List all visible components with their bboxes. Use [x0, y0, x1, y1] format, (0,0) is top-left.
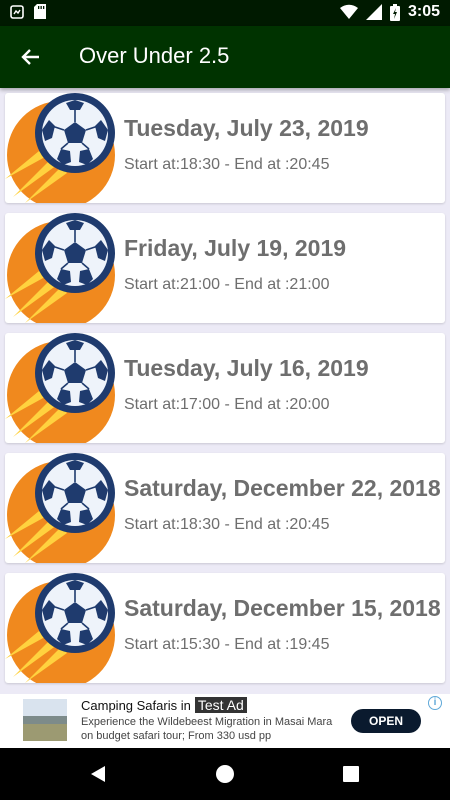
wifi-icon — [339, 4, 358, 20]
match-time: Start at:15:30 - End at :19:45 — [124, 636, 330, 653]
status-bar: 3:05 — [0, 0, 450, 26]
circle-home-icon — [216, 765, 234, 783]
status-time: 3:05 — [407, 3, 440, 20]
arrow-back-icon — [21, 49, 39, 65]
soccer-ball-icon — [5, 93, 116, 203]
match-card[interactable]: Tuesday, July 23, 2019 Start at:18:30 - … — [5, 93, 445, 203]
ad-open-button[interactable]: OPEN — [351, 709, 421, 733]
soccer-ball-icon — [5, 333, 116, 443]
back-button[interactable] — [14, 41, 46, 73]
ad-info-icon[interactable]: i — [428, 696, 442, 710]
nav-home-button[interactable] — [213, 762, 237, 786]
battery-icon — [389, 3, 400, 21]
signal-icon — [365, 4, 382, 20]
ad-description: Experience the Wildebeest Migration in M… — [81, 716, 333, 742]
match-date: Tuesday, July 16, 2019 — [124, 355, 369, 381]
match-time: Start at:17:00 - End at :20:00 — [124, 396, 330, 413]
match-card[interactable]: Friday, July 19, 2019 Start at:21:00 - E… — [5, 213, 445, 323]
match-date: Saturday, December 15, 2018 — [124, 595, 441, 621]
app-title: Over Under 2.5 — [79, 43, 230, 68]
soccer-ball-icon — [5, 453, 116, 563]
match-card[interactable]: Saturday, December 15, 2018 Start at:15:… — [5, 573, 445, 683]
match-time: Start at:21:00 - End at :21:00 — [124, 276, 330, 293]
sd-card-icon — [34, 4, 46, 19]
match-time: Start at:18:30 - End at :20:45 — [124, 516, 330, 533]
navigation-bar — [0, 748, 450, 800]
ad-image[interactable] — [23, 699, 67, 741]
match-date: Saturday, December 22, 2018 — [124, 475, 441, 501]
triangle-back-icon — [91, 766, 105, 782]
ad-title[interactable]: Camping Safaris in Test Ad — [81, 697, 247, 713]
notification-icon — [10, 4, 24, 19]
ad-title-text: Camping Safaris in — [81, 698, 191, 713]
test-ad-badge: Test Ad — [194, 697, 247, 713]
square-recents-icon — [343, 766, 359, 782]
match-time: Start at:18:30 - End at :20:45 — [124, 156, 330, 173]
match-card[interactable]: Saturday, December 22, 2018 Start at:18:… — [5, 453, 445, 563]
match-list[interactable]: Tuesday, July 23, 2019 Start at:18:30 - … — [0, 88, 450, 694]
app-bar: Over Under 2.5 — [0, 26, 450, 88]
ad-banner[interactable]: Camping Safaris in Test Ad Experience the… — [0, 694, 450, 748]
nav-recents-button[interactable] — [339, 762, 363, 786]
soccer-ball-icon — [5, 573, 116, 683]
match-date: Friday, July 19, 2019 — [124, 235, 347, 261]
soccer-ball-icon — [5, 213, 116, 323]
match-date: Tuesday, July 23, 2019 — [124, 115, 369, 141]
nav-back-button[interactable] — [86, 762, 110, 786]
match-card[interactable]: Tuesday, July 16, 2019 Start at:17:00 - … — [5, 333, 445, 443]
